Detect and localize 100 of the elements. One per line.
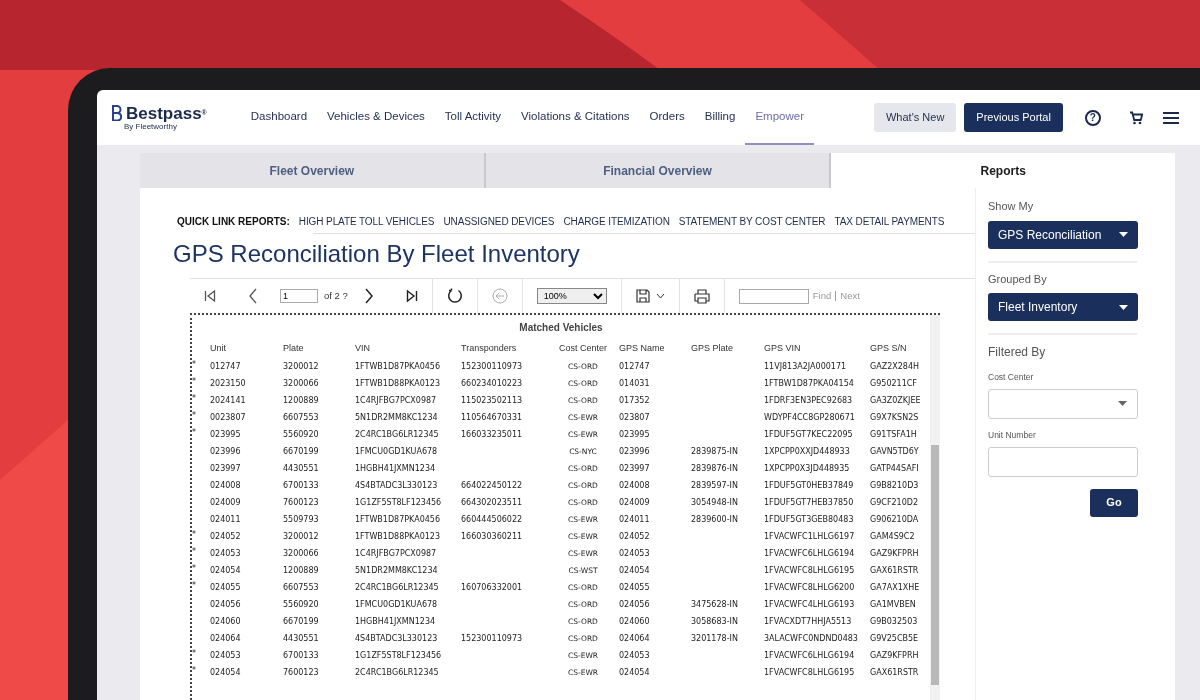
table-cell: G9X7KSN2S (870, 413, 919, 422)
table-cell: 2023150 (210, 379, 246, 388)
quick-link[interactable]: TAX DETAIL PAYMENTS (834, 214, 945, 229)
previous-portal-button[interactable]: Previous Portal (964, 103, 1063, 132)
caret-icon[interactable] (655, 293, 665, 299)
last-page-icon[interactable] (405, 289, 418, 303)
quick-link[interactable]: STATEMENT BY COST CENTER (678, 214, 826, 229)
table-cell: 023996 (210, 447, 241, 456)
column-header: Transponders (461, 343, 517, 353)
nav-link[interactable]: Dashboard (240, 90, 318, 145)
table-cell: G906210DA (870, 515, 919, 524)
table-cell: 3200012 (283, 362, 319, 371)
column-header: GPS VIN (764, 343, 801, 353)
table-cell: 660444506022 (461, 515, 523, 524)
nav-link[interactable]: Vehicles & Devices (317, 90, 435, 145)
table-cell: 024052 (210, 532, 241, 541)
table-cell: 1FDUF5GT7HEB37850 (764, 498, 854, 507)
nav-link[interactable]: Billing (694, 90, 746, 145)
table-cell: GA1MVBEN (870, 600, 916, 609)
table-cell: 1FMCU0GD1KUA678 (355, 447, 438, 456)
table-cell: 1FDRF3EN3PEC92683 (764, 396, 853, 405)
field-label: Unit Number (988, 428, 1037, 442)
section-heading: Filtered By (988, 344, 1047, 361)
save-icon[interactable] (635, 289, 650, 303)
nav-link[interactable]: Violations & Citations (511, 90, 640, 145)
scrollbar[interactable] (930, 315, 940, 700)
quick-link[interactable]: CHARGE ITEMIZATION (563, 214, 670, 229)
table-cell: 024053 (210, 549, 241, 558)
previous-page-icon[interactable] (248, 288, 258, 304)
table-cell: 1FVACWFC6LHLG6194 (764, 549, 855, 558)
table-cell: 3058683-IN (691, 617, 738, 626)
help-icon[interactable]: ? (1084, 109, 1101, 126)
table-cell: 1200889 (283, 566, 319, 575)
row-marker: * (192, 427, 196, 437)
table-cell: 2839597-IN (691, 481, 738, 490)
column-header: GPS Name (619, 343, 665, 353)
tab[interactable]: Fleet Overview (140, 153, 486, 188)
table-cell: 024052 (619, 532, 650, 541)
table-cell: 152300110973 (461, 634, 523, 643)
row-marker: * (192, 665, 196, 675)
table-cell: 4430551 (283, 634, 319, 643)
table-cell: 664022450122 (461, 481, 523, 490)
quick-link[interactable]: UNASSIGNED DEVICES (443, 214, 555, 229)
row-marker: * (192, 359, 196, 369)
table-cell: 3200066 (283, 379, 319, 388)
cart-icon[interactable] (1128, 110, 1143, 125)
table-cell: 024054 (619, 668, 650, 677)
table-cell: 1FVACXDT7HHJA5513 (764, 617, 852, 626)
table-cell: 7600123 (283, 498, 319, 507)
scrollbar-thumb[interactable] (931, 445, 939, 685)
table-cell: 0023807 (210, 413, 246, 422)
table-cell: 024054 (619, 566, 650, 575)
table-cell: 1FDUF5GT0HEB37849 (764, 481, 854, 490)
logo-icon (112, 105, 122, 121)
next-page-icon[interactable] (363, 288, 374, 304)
go-button[interactable]: Go (1090, 488, 1138, 517)
table-cell: 024055 (619, 583, 650, 592)
table-cell: G9CF210D2 (870, 498, 918, 507)
table-cell: 024053 (210, 651, 241, 660)
refresh-icon[interactable] (446, 288, 463, 304)
table-cell: 2839876-IN (691, 464, 738, 473)
unit-number-field[interactable] (988, 446, 1138, 477)
zoom-select[interactable]: 100% (536, 288, 607, 304)
table-cell: 1HGBH41JXMN1234 (355, 464, 436, 473)
column-header: GPS S/N (870, 343, 907, 353)
table-cell: 664302023511 (461, 498, 523, 507)
caret-icon (1119, 304, 1128, 310)
table-cell: 3054948-IN (691, 498, 738, 507)
table-cell: 1G1ZF5ST8LF123456 (355, 498, 442, 507)
tab[interactable]: Financial Overview (485, 153, 832, 188)
table-cell: 024008 (619, 481, 650, 490)
nav-link[interactable]: Toll Activity (434, 90, 512, 145)
table-cell: GAZ9KFPRH (870, 651, 919, 660)
column-header: GPS Plate (691, 343, 734, 353)
table-cell: 1FVACWFC6LHLG6194 (764, 651, 855, 660)
table-cell: 6700133 (283, 651, 319, 660)
page-number-field[interactable]: 1 (280, 289, 318, 303)
first-page-icon[interactable] (204, 289, 216, 303)
table-cell: 1FVACWFC8LHLG6200 (764, 583, 855, 592)
table-cell: 024060 (619, 617, 650, 626)
print-icon[interactable] (693, 288, 710, 304)
whats-new-button[interactable]: What's New (874, 103, 957, 132)
table-cell: 024053 (619, 549, 650, 558)
table-cell: 024056 (619, 600, 650, 609)
table-cell: 6607553 (283, 583, 319, 592)
table-cell: 7600123 (283, 668, 319, 677)
table-cell: 3475628-IN (691, 600, 738, 609)
table-cell: 1FDUF5GT7KEC22095 (764, 430, 853, 439)
quick-link[interactable]: HIGH PLATE TOLL VEHICLES (298, 214, 435, 229)
group-dropdown[interactable]: Fleet Inventory (988, 293, 1138, 321)
table-cell: 6700133 (283, 481, 319, 490)
find-field[interactable] (738, 288, 809, 304)
report-dropdown[interactable]: GPS Reconciliation (988, 220, 1138, 249)
table-cell: 012747 (210, 362, 241, 371)
nav-link[interactable]: Orders (639, 90, 695, 145)
table-cell: 6670199 (283, 447, 319, 456)
menu-icon[interactable] (1162, 111, 1179, 124)
row-marker: * (192, 410, 196, 420)
table-cell: 3ALACWFC0NDND0483 (764, 634, 858, 643)
table-cell: 023995 (210, 430, 241, 439)
